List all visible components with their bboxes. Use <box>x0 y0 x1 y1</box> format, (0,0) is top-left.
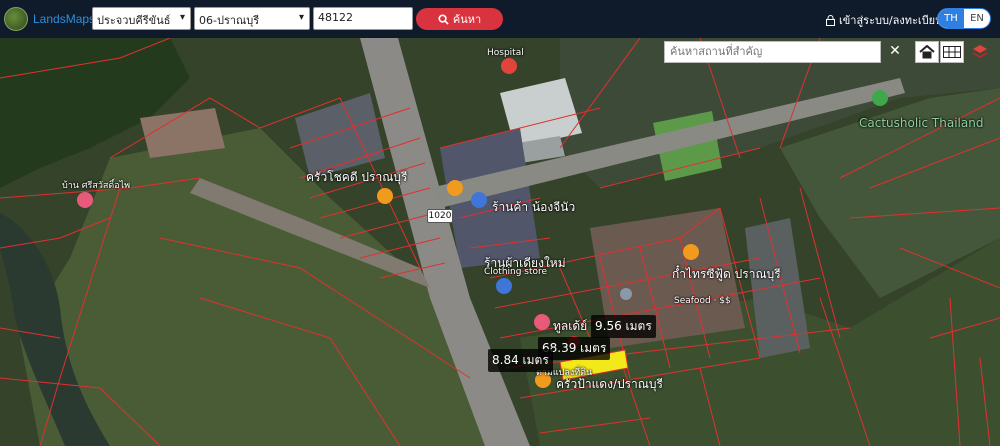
logo-globe-icon <box>4 7 28 31</box>
poi-seafood-en[interactable]: Seafood · $$ <box>674 296 731 306</box>
search-button-label: ค้นหา <box>452 13 482 26</box>
poi-house-left[interactable]: บ้าน ศรีสวัสดิ์อไพ <box>62 178 130 192</box>
measurement-label: 9.56 เมตร <box>591 315 656 338</box>
poi-cactusholic[interactable]: Cactusholic Thailand <box>859 116 983 130</box>
poi-hospital[interactable]: Hospital <box>487 48 524 58</box>
poi-pink-shop[interactable]: ทูลเด้ย์ <box>553 317 587 336</box>
district-select-value: 06-ปราณบุรี <box>199 14 260 27</box>
lock-icon <box>826 14 835 26</box>
login-link[interactable]: เข้าสู่ระบบ/ลงทะเบียน <box>826 11 943 29</box>
layers-button[interactable] <box>968 41 992 63</box>
grid-button[interactable] <box>940 41 964 63</box>
chevron-down-icon: ▾ <box>179 12 185 23</box>
poi-shop-1[interactable]: ร้านค้า น้องจีนัว <box>492 198 575 217</box>
chevron-down-icon: ▾ <box>298 12 304 23</box>
poi-seafood-th[interactable]: ก๋ำไทรซีฟู้ด ปราณบุรี <box>672 268 782 281</box>
lang-en-option[interactable]: EN <box>964 9 990 28</box>
logo-text: LandsMaps <box>33 12 96 26</box>
language-toggle[interactable]: TH EN <box>937 8 991 29</box>
layers-icon <box>973 45 987 58</box>
province-select[interactable]: ประจวบคีรีขันธ์ ▾ <box>92 7 191 30</box>
postcode-value: 48122 <box>318 11 353 24</box>
map-canvas[interactable]: Hospital Cactusholic Thailand บ้าน ศรีสว… <box>0 38 1000 446</box>
poi-restaurant-1[interactable]: ครัวโชคดี ปราณบุรี <box>306 168 407 187</box>
lang-th-option[interactable]: TH <box>938 9 964 28</box>
home-button[interactable] <box>915 41 939 63</box>
measurement-label: 8.84 เมตร <box>488 349 553 372</box>
poi-clothing-en[interactable]: Clothing store <box>484 267 547 277</box>
clear-search-button[interactable]: ✕ <box>884 40 906 62</box>
province-select-value: ประจวบคีรีขันธ์ <box>97 14 171 27</box>
place-search-input[interactable] <box>664 41 881 63</box>
district-select[interactable]: 06-ปราณบุรี ▾ <box>194 7 310 30</box>
grid-icon <box>943 46 961 58</box>
postcode-input[interactable]: 48122 <box>313 7 413 30</box>
road-number-label: 1020 <box>427 209 453 223</box>
search-button[interactable]: ค้นหา <box>416 8 503 30</box>
satellite-map <box>0 38 1000 446</box>
logo[interactable]: LandsMaps <box>4 7 95 31</box>
app: LandsMaps ประจวบคีรีขันธ์ ▾ 06-ปราณบุรี … <box>0 0 1000 446</box>
login-label: เข้าสู่ระบบ/ลงทะเบียน <box>839 14 943 27</box>
home-icon <box>919 45 935 59</box>
search-icon <box>438 13 449 25</box>
